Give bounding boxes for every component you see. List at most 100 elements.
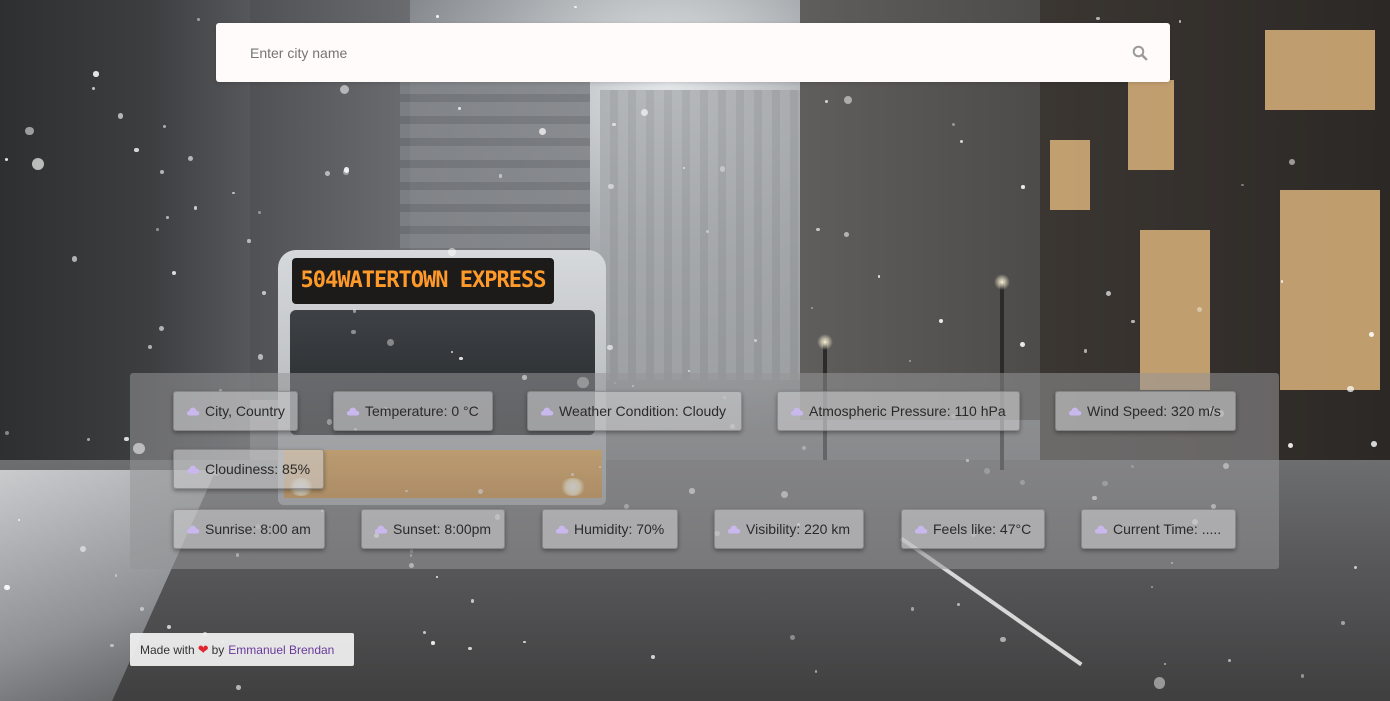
snowflake — [1150, 586, 1153, 589]
lamp-glow — [994, 274, 1010, 290]
snowflake — [162, 124, 167, 128]
snowflake — [436, 15, 439, 18]
snowflake — [1153, 677, 1166, 689]
snowflake — [448, 248, 456, 256]
weather-chip-label: City, Country — [205, 403, 285, 419]
snowflake — [32, 157, 45, 170]
snowflake — [574, 5, 577, 9]
snowflake — [467, 646, 472, 651]
snowflake — [1019, 341, 1025, 347]
snowflake — [612, 122, 616, 126]
weather-chip-visibility: Visibility: 220 km — [714, 509, 864, 549]
cloud-icon — [727, 525, 741, 534]
weather-chip-label: Wind Speed: 320 m/s — [1087, 403, 1221, 419]
cloud-icon — [1094, 525, 1108, 534]
cloud-icon — [186, 465, 200, 474]
snowflake — [133, 147, 139, 153]
city-search-input[interactable] — [216, 23, 1110, 82]
snowflake — [148, 345, 153, 349]
lamp-glow — [817, 334, 833, 350]
cloud-icon — [346, 407, 360, 416]
snowflake — [435, 575, 438, 578]
background-photo: 504WATERTOWN EXPRESS — [0, 0, 1390, 701]
snowflake — [431, 641, 436, 645]
snowflake — [1228, 658, 1232, 662]
cloud-icon — [790, 407, 804, 416]
snowflake — [110, 643, 114, 648]
author-link[interactable]: Emmanuel Brendan — [228, 643, 334, 657]
bus-destination-sign: 504WATERTOWN EXPRESS — [292, 258, 554, 304]
snowflake — [938, 318, 943, 323]
building-far — [600, 90, 810, 380]
snowflake — [92, 86, 95, 90]
weather-chip-cloudiness: Cloudiness: 85% — [173, 449, 324, 489]
snowflake — [843, 95, 852, 104]
weather-chip-sunrise: Sunrise: 8:00 am — [173, 509, 325, 549]
weather-chip-temperature: Temperature: 0 °C — [333, 391, 493, 431]
snowflake — [1369, 332, 1374, 338]
snowflake — [1288, 159, 1295, 165]
search-icon — [1132, 45, 1148, 60]
snowflake — [247, 239, 251, 243]
cloud-icon — [186, 525, 200, 534]
weather-chip-condition: Weather Condition: Cloudy — [527, 391, 742, 431]
snowflake — [261, 291, 266, 296]
weather-chip-label: Humidity: 70% — [574, 521, 665, 537]
cloud-icon — [540, 407, 554, 416]
snowflake — [159, 169, 164, 174]
snowflake — [959, 139, 963, 143]
snowflake — [910, 607, 915, 611]
snowflake — [1000, 636, 1006, 643]
snowflake — [1096, 17, 1100, 21]
snowflake — [93, 71, 99, 77]
snowflake — [719, 165, 726, 172]
snowflake — [470, 599, 475, 603]
snowflake — [71, 256, 78, 262]
weather-chip-label: Temperature: 0 °C — [365, 403, 479, 419]
weather-chip-label: Visibility: 220 km — [746, 521, 851, 537]
cloud-icon — [914, 525, 928, 534]
snowflake — [1371, 441, 1377, 448]
snowflake — [166, 624, 171, 629]
snowflake — [459, 356, 463, 361]
weather-chip-location: City, Country — [173, 391, 298, 431]
cloud-icon — [186, 407, 200, 416]
weather-chip-label: Cloudiness: 85% — [205, 461, 311, 477]
by-text: by — [211, 642, 225, 657]
snowflake — [235, 685, 241, 690]
snowflake — [1021, 185, 1025, 189]
window-light — [1050, 140, 1090, 210]
weather-chip-label: Sunset: 8:00pm — [393, 521, 492, 537]
snowflake — [194, 206, 198, 210]
weather-chip-pressure: Atmospheric Pressure: 110 hPa — [777, 391, 1020, 431]
snowflake — [1347, 385, 1354, 393]
weather-panel: City, Country Temperature: 0 °C Weather … — [130, 373, 1279, 569]
weather-chip-current-time: Current Time: ..... — [1081, 509, 1236, 549]
snowflake — [4, 584, 10, 591]
weather-chip-feels-like: Feels like: 47°C — [901, 509, 1045, 549]
snowflake — [339, 84, 349, 94]
snowflake — [231, 191, 235, 195]
search-bar — [216, 23, 1170, 82]
weather-chip-sunset: Sunset: 8:00pm — [361, 509, 505, 549]
window-light — [1265, 30, 1375, 110]
snowflake — [1178, 20, 1182, 23]
snowflake — [5, 430, 10, 435]
search-button[interactable] — [1110, 23, 1170, 82]
credit-footer: Made with ❤ by Emmanuel Brendan — [130, 633, 354, 666]
made-with-text: Made with — [140, 642, 195, 657]
cloud-icon — [374, 525, 388, 534]
weather-chip-humidity: Humidity: 70% — [542, 509, 678, 549]
window-light — [1128, 80, 1174, 170]
snowflake — [324, 171, 330, 176]
window-light — [1280, 190, 1380, 390]
cloud-icon — [1068, 407, 1082, 416]
cloud-icon — [555, 525, 569, 534]
weather-chip-label: Weather Condition: Cloudy — [559, 403, 727, 419]
weather-chip-wind-speed: Wind Speed: 320 m/s — [1055, 391, 1236, 431]
heart-icon: ❤ — [197, 641, 209, 657]
snowflake — [423, 630, 426, 634]
snowflake — [351, 329, 356, 334]
snowflake — [352, 309, 357, 313]
snowflake — [258, 211, 261, 215]
